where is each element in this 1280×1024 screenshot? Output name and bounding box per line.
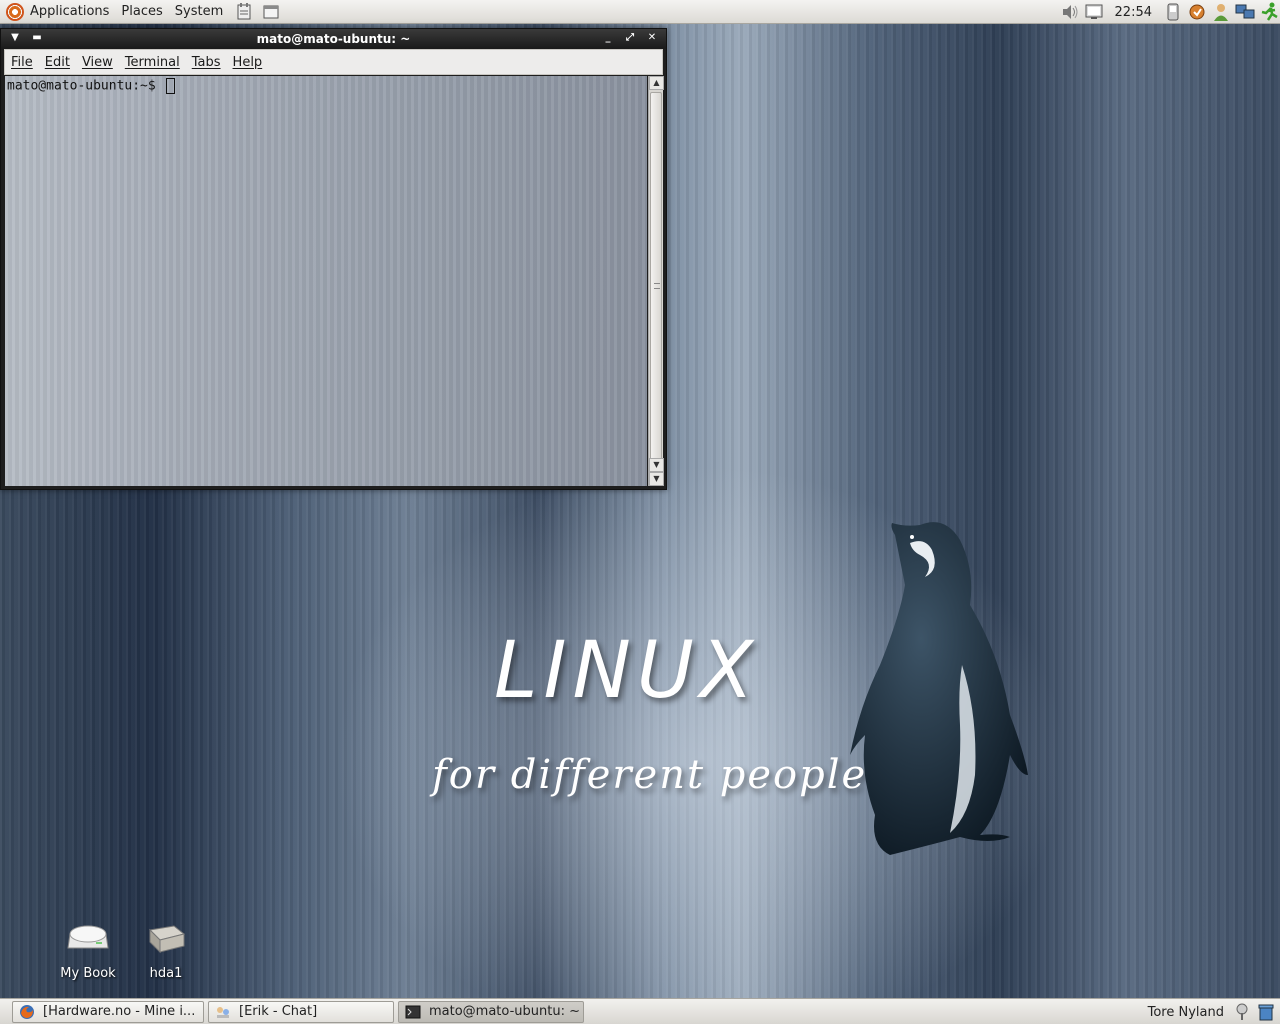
terminal-title-bar[interactable]: ▼ ▬ mato@mato-ubuntu: ~ _ ⤢ ✕ [1, 29, 666, 49]
menu-view[interactable]: View [82, 55, 113, 70]
system-tray: 22:54 [1059, 0, 1280, 24]
applications-menu[interactable]: Applications [0, 0, 115, 24]
scroll-up-arrow-icon[interactable]: ▲ [649, 76, 664, 90]
taskbar-item-hardware[interactable]: [Hardware.no - Mine i... [12, 1000, 204, 1023]
desktop-icon-label: My Book [60, 966, 116, 981]
close-button[interactable]: ✕ [646, 32, 658, 44]
taskbar-item-label: [Erik - Chat] [239, 1004, 318, 1019]
notes-launcher-icon[interactable] [235, 2, 255, 21]
terminal-menu-bar: File Edit View Terminal Tabs Help [4, 49, 663, 75]
system-menu[interactable]: System [169, 0, 229, 24]
drive-partition-icon [148, 925, 186, 954]
applications-menu-label: Applications [30, 4, 110, 19]
menu-help[interactable]: Help [233, 55, 263, 70]
penguin-icon [850, 522, 1028, 855]
scrollbar-thumb[interactable] [650, 92, 662, 470]
taskbar-item-label: mato@mato-ubuntu: ~ [429, 1004, 581, 1019]
scroll-down-arrow-icon[interactable]: ▼ [649, 458, 664, 472]
volume-icon[interactable] [1059, 2, 1081, 22]
taskbar-item-terminal[interactable]: mato@mato-ubuntu: ~ [398, 1000, 584, 1023]
wallpaper-subtitle: for different people [432, 752, 868, 798]
user-switcher-icon[interactable] [1210, 2, 1232, 22]
places-menu[interactable]: Places [115, 0, 168, 24]
phone-icon[interactable] [1162, 2, 1184, 22]
shell-prompt: mato@mato-ubuntu:~$ [7, 78, 156, 94]
places-menu-label: Places [121, 4, 163, 19]
menu-tabs[interactable]: Tabs [192, 55, 221, 70]
minimize-button[interactable]: _ [602, 32, 614, 44]
system-menu-label: System [174, 4, 224, 19]
top-panel: Applications Places System 22:54 [0, 0, 1280, 24]
monitor-icon[interactable] [1083, 2, 1105, 22]
maximize-button[interactable]: ⤢ [624, 32, 636, 44]
user-name[interactable]: Tore Nyland [1148, 1005, 1224, 1020]
terminal-window[interactable]: ▼ ▬ mato@mato-ubuntu: ~ _ ⤢ ✕ File Edit … [0, 28, 667, 490]
terminal-scrollbar[interactable]: ▲ ▼ ▼ [648, 76, 664, 486]
running-man-icon[interactable] [1258, 2, 1280, 22]
shade-icon[interactable]: ▬ [31, 32, 43, 44]
network-icon[interactable] [1234, 2, 1256, 22]
wallpaper-title: LINUX [494, 626, 760, 716]
taskbar-item-label: [Hardware.no - Mine i... [43, 1004, 196, 1019]
hard-drive-icon [67, 925, 109, 949]
scroll-down-arrow-icon-2[interactable]: ▼ [649, 472, 664, 486]
window-switcher-icon[interactable] [261, 3, 281, 21]
update-notifier-icon[interactable] [1186, 2, 1208, 22]
desktop-icon-my-book[interactable]: My Book [48, 920, 128, 981]
chat-icon [217, 1006, 229, 1018]
terminal-icon [405, 1005, 421, 1018]
menu-file[interactable]: File [11, 55, 33, 70]
desktop-icon-hda1[interactable]: hda1 [126, 920, 206, 981]
clock[interactable]: 22:54 [1107, 5, 1160, 20]
bottom-panel: [Hardware.no - Mine i... [Erik - Chat] m… [0, 998, 1280, 1024]
text-cursor [165, 78, 175, 94]
desktop-icon-label: hda1 [149, 966, 183, 981]
terminal-title: mato@mato-ubuntu: ~ [256, 32, 411, 46]
ubuntu-logo-icon [6, 2, 24, 21]
menu-terminal[interactable]: Terminal [125, 55, 180, 70]
trash-icon[interactable] [1256, 1002, 1276, 1022]
window-menu-icon[interactable]: ▼ [9, 32, 21, 44]
help-icon[interactable] [1234, 1002, 1250, 1022]
taskbar-item-chat[interactable]: [Erik - Chat] [208, 1000, 394, 1023]
firefox-icon [20, 1004, 34, 1019]
menu-edit[interactable]: Edit [45, 55, 70, 70]
terminal-output[interactable]: mato@mato-ubuntu:~$ [5, 76, 647, 486]
